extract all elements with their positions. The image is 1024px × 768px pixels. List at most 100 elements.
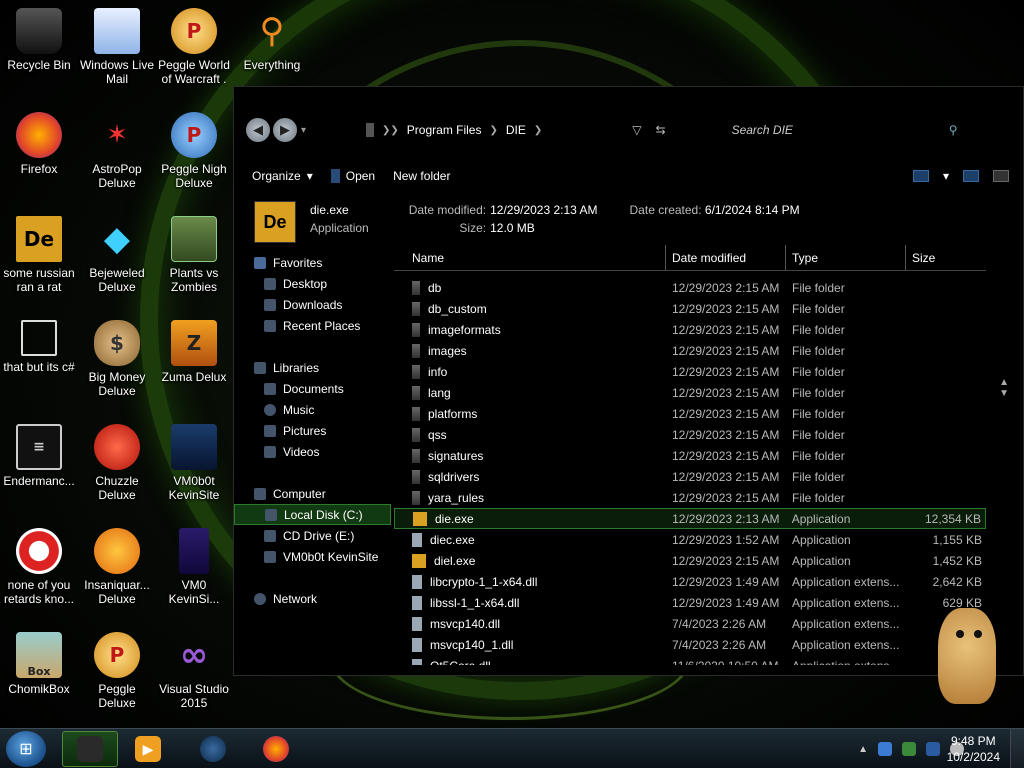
hamster-box-icon: Box xyxy=(16,632,62,678)
desktop-icon-firefox[interactable]: Firefox xyxy=(0,112,78,176)
file-row[interactable]: sqldrivers 12/29/2023 2:15 AM File folder xyxy=(394,466,986,487)
nav-local-disk[interactable]: Local Disk (C:) xyxy=(234,504,391,525)
nav-documents[interactable]: Documents xyxy=(234,378,391,399)
desktop-icon-label: Zuma Delux xyxy=(161,370,227,384)
dll-file-icon xyxy=(412,658,422,665)
breadcrumb-program-files[interactable]: Program Files xyxy=(407,123,482,137)
desktop-icon-some-russian[interactable]: De some russian ran a rat xyxy=(0,216,78,294)
network-icon[interactable] xyxy=(926,742,940,756)
file-row[interactable]: yara_rules 12/29/2023 2:15 AM File folder xyxy=(394,487,986,508)
nav-vm-site[interactable]: VM0b0t KevinSite xyxy=(234,546,391,567)
search-icon[interactable]: ⚲ xyxy=(949,123,958,137)
file-row[interactable]: lang 12/29/2023 2:15 AM File folder xyxy=(394,382,986,403)
nav-music[interactable]: Music xyxy=(234,399,391,420)
documents-icon xyxy=(264,382,276,395)
nav-network[interactable]: Network xyxy=(234,588,391,609)
nav-computer[interactable]: Computer xyxy=(234,483,391,504)
desktop-icon-endermanc[interactable]: ≡ Endermanc... xyxy=(0,424,78,488)
column-header-name[interactable]: Name xyxy=(394,245,666,270)
file-row[interactable]: platforms 12/29/2023 2:15 AM File folder xyxy=(394,403,986,424)
column-header-size[interactable]: Size xyxy=(906,245,986,270)
search-box[interactable]: Search DIE ⚲ xyxy=(732,123,968,137)
change-view-icon[interactable] xyxy=(912,170,929,182)
breadcrumb-die[interactable]: DIE xyxy=(506,123,526,137)
file-row[interactable]: Qt5Core.dll 11/6/2020 10:50 AMApplication… xyxy=(394,655,986,665)
file-row[interactable]: diec.exe 12/29/2023 1:52 AM Application 1,1… xyxy=(394,529,986,550)
file-row[interactable]: diel.exe 12/29/2023 2:15 AM Application 1,4… xyxy=(394,550,986,571)
desktop-icon-that-but-c[interactable]: that but its c# xyxy=(0,320,78,374)
column-header-type[interactable]: Type xyxy=(786,245,906,270)
file-row[interactable]: db_custom 12/29/2023 2:15 AM File folder xyxy=(394,298,986,319)
file-row[interactable]: libcrypto-1_1-x64.dll 12/29/2023 1:49 AM A… xyxy=(394,571,986,592)
desktop-icon-vm0b0t[interactable]: VM0b0t KevinSite xyxy=(155,424,233,502)
date-modified-label: Date modified: xyxy=(408,203,487,217)
chevron-down-icon[interactable]: ▾ xyxy=(943,169,949,183)
file-row[interactable]: msvcp140_1.dll 7/4/2023 2:26 AM Applicatio… xyxy=(394,634,986,655)
desktop-icon-astropop[interactable]: ✶ AstroPop Deluxe xyxy=(78,112,156,190)
file-row[interactable]: info 12/29/2023 2:15 AM File folder xyxy=(394,361,986,382)
file-row[interactable]: signatures 12/29/2023 2:15 AM File folder xyxy=(394,445,986,466)
tray-app-icon[interactable] xyxy=(902,742,916,756)
desktop-icon-chuzzle[interactable]: Chuzzle Deluxe xyxy=(78,424,156,502)
desktop-icon-peggle-deluxe[interactable]: P Peggle Deluxe xyxy=(78,632,156,710)
column-header-date[interactable]: Date modified xyxy=(666,245,786,270)
back-button[interactable]: ◀ xyxy=(246,118,270,142)
help-icon[interactable] xyxy=(993,170,1009,182)
address-dropdown-icon[interactable]: ▽ xyxy=(632,123,641,137)
scrollbar[interactable]: ▲ ▼ xyxy=(999,377,1009,399)
desktop-icon-peggle-nights[interactable]: P Peggle Nigh Deluxe xyxy=(155,112,233,190)
file-row[interactable]: libssl-1_1-x64.dll 12/29/2023 1:49 AM Appl… xyxy=(394,592,986,613)
desktop-icon-windows-live-mail[interactable]: Windows Live Mail xyxy=(78,8,156,86)
details-values-col: 12/29/2023 2:13 AM 12.0 MB xyxy=(490,201,597,237)
file-row[interactable]: qss 12/29/2023 2:15 AM File folder xyxy=(394,424,986,445)
desktop-icon-everything[interactable]: ⚲ Everything xyxy=(233,8,311,72)
refresh-icon[interactable]: ⇆ xyxy=(656,123,666,137)
tray-app-icon[interactable] xyxy=(878,742,892,756)
chevron-right-icon[interactable]: ❯ xyxy=(489,125,497,136)
desktop-icon-vm0-kevinsite[interactable]: VM0 KevinSi... xyxy=(155,528,233,606)
search-input[interactable]: Search DIE xyxy=(732,123,793,137)
desktop-icon-zuma[interactable]: Z Zuma Delux xyxy=(155,320,233,384)
taskbar-firefox[interactable] xyxy=(248,731,304,767)
nav-downloads[interactable]: Downloads xyxy=(234,294,391,315)
desktop-icon-chomikbox[interactable]: Box ChomikBox xyxy=(0,632,78,696)
nav-pictures[interactable]: Pictures xyxy=(234,420,391,441)
clock[interactable]: 9:48 PM 10/2/2024 xyxy=(947,733,1000,765)
file-row[interactable]: imageformats 12/29/2023 2:15 AM File folde… xyxy=(394,319,986,340)
file-row[interactable]: db 12/29/2023 2:15 AM File folder xyxy=(394,277,986,298)
desktop-icon-big-money[interactable]: $ Big Money Deluxe xyxy=(78,320,156,398)
organize-menu[interactable]: Organize ▾ xyxy=(252,169,313,183)
nav-videos[interactable]: Videos xyxy=(234,441,391,462)
desktop-icon-plants-vs-zombies[interactable]: Plants vs Zombies xyxy=(155,216,233,294)
chevron-right-icon[interactable]: ❯ xyxy=(534,125,542,136)
open-button[interactable]: Open xyxy=(330,169,375,183)
nav-libraries[interactable]: Libraries xyxy=(234,357,391,378)
desktop-icon-visual-studio[interactable]: ∞ Visual Studio 2015 xyxy=(155,632,233,710)
desktop-icon-recycle-bin[interactable]: Recycle Bin xyxy=(0,8,78,72)
start-button[interactable]: ⊞ xyxy=(6,731,46,767)
show-desktop-button[interactable] xyxy=(1010,729,1024,768)
taskbar-media-player[interactable]: ▶ xyxy=(120,731,176,767)
forward-button[interactable]: ▶ xyxy=(273,118,297,142)
nav-desktop[interactable]: Desktop xyxy=(234,273,391,294)
file-row[interactable]: msvcp140.dll 7/4/2023 2:26 AM Application … xyxy=(394,613,986,634)
new-folder-button[interactable]: New folder xyxy=(393,169,450,183)
recent-pages-dropdown[interactable]: ▾ xyxy=(301,125,306,136)
taskbar-explorer[interactable] xyxy=(62,731,118,767)
nav-recent-places[interactable]: Recent Places xyxy=(234,315,391,336)
desktop-icon-insaniquarium[interactable]: Insaniquar... Deluxe xyxy=(78,528,156,606)
desktop-icon-label: Visual Studio 2015 xyxy=(159,682,229,710)
desktop-icon-none-of-you[interactable]: none of you retards kno... xyxy=(0,528,78,606)
nav-favorites[interactable]: Favorites xyxy=(234,252,391,273)
chevron-right-icon[interactable]: ❯❯ xyxy=(382,125,399,136)
file-row[interactable]: die.exe 12/29/2023 2:13 AM Application 12,3… xyxy=(394,508,986,529)
desktop-icon-bejeweled[interactable]: ◆ Bejeweled Deluxe xyxy=(78,216,156,294)
desktop-icon-peggle-wow[interactable]: P Peggle World of Warcraft . xyxy=(155,8,233,86)
desktop-icon-label: Chuzzle Deluxe xyxy=(95,474,139,502)
preview-pane-icon[interactable] xyxy=(963,170,979,182)
file-row[interactable]: images 12/29/2023 2:15 AM File folder xyxy=(394,340,986,361)
show-hidden-icons[interactable]: ▲ xyxy=(858,744,868,755)
nav-cd-drive[interactable]: CD Drive (E:) xyxy=(234,525,391,546)
hamster-gadget[interactable] xyxy=(928,600,1006,708)
taskbar-browser[interactable] xyxy=(185,731,241,767)
